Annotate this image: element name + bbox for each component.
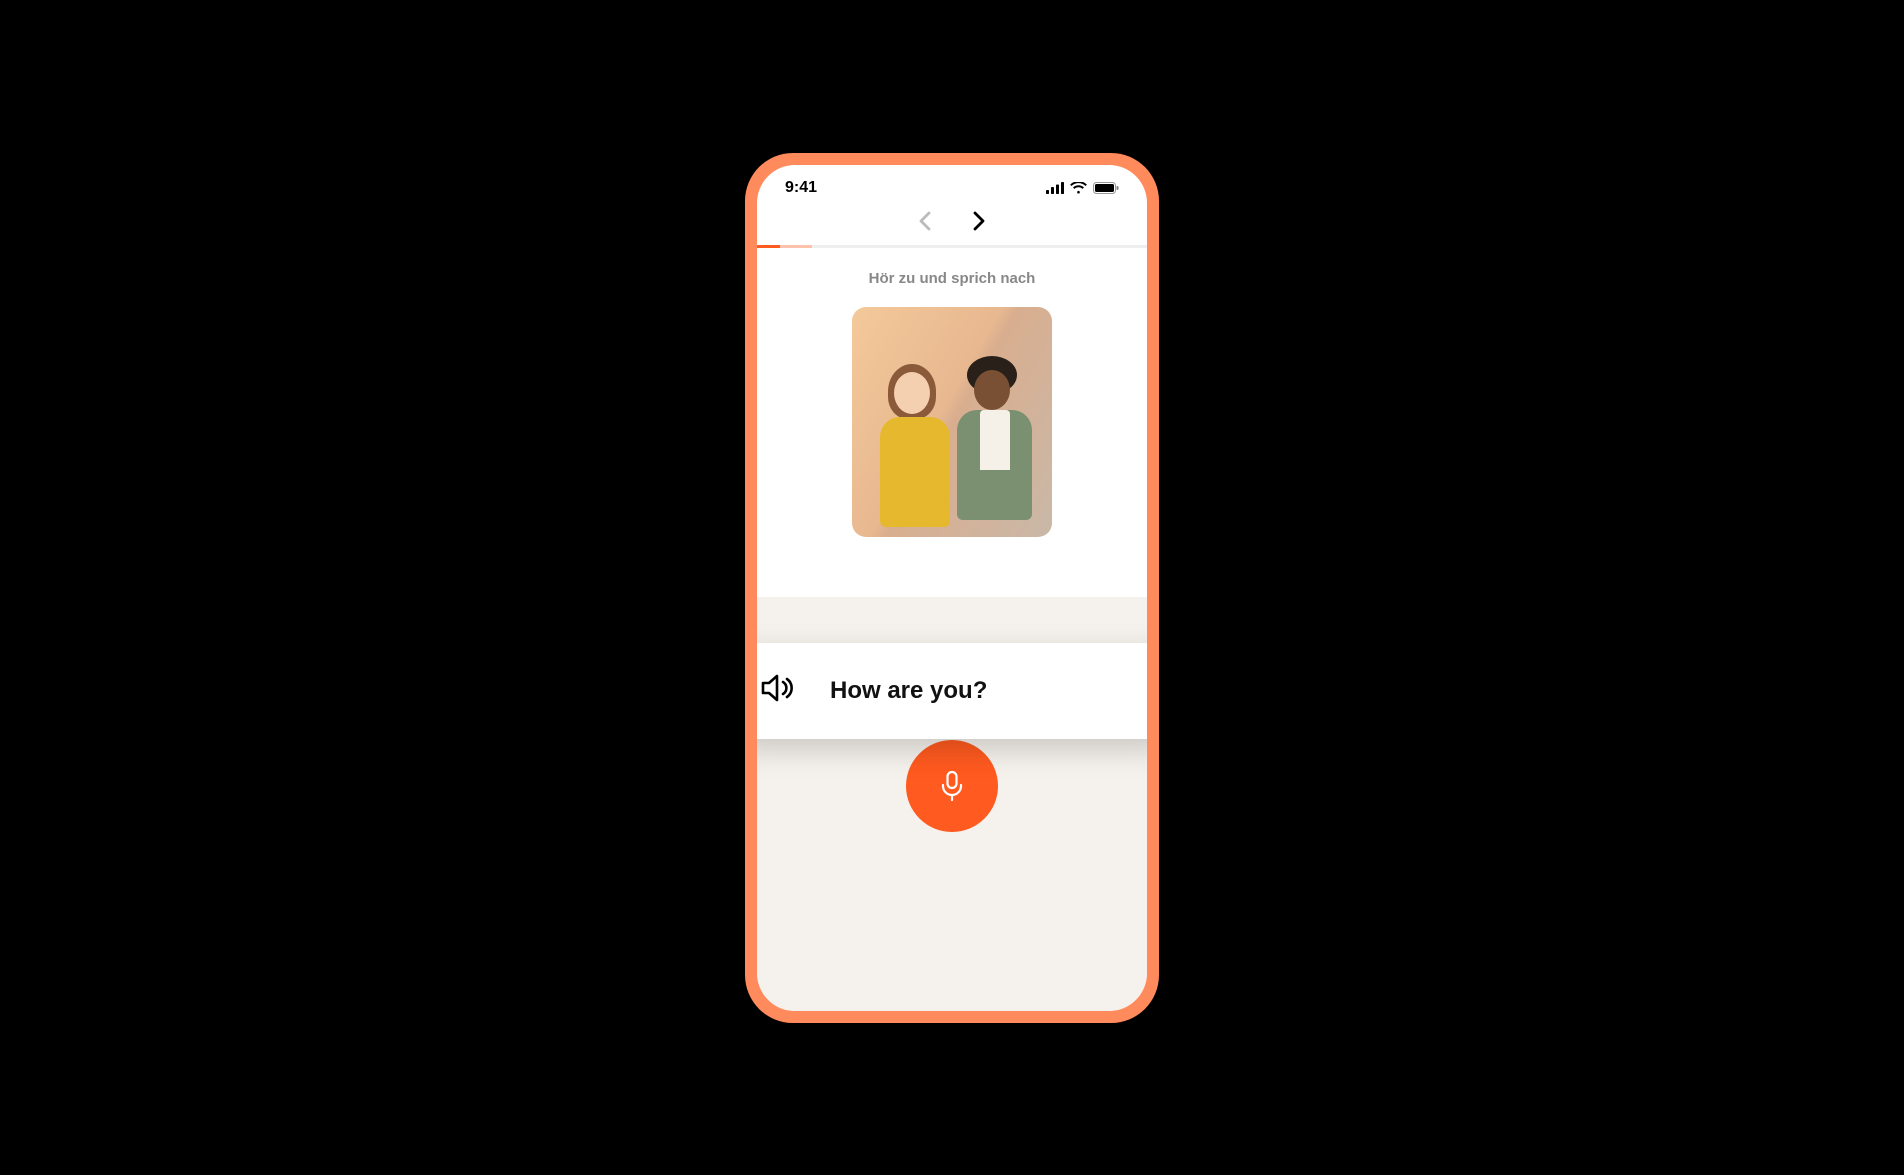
progress-bar: [757, 245, 1147, 248]
status-time: 9:41: [785, 179, 817, 197]
nav-forward-button[interactable]: [972, 211, 986, 231]
illustration-person-left: [872, 362, 957, 537]
status-icons: [1046, 182, 1119, 194]
microphone-icon: [938, 770, 966, 802]
microphone-button[interactable]: [906, 740, 998, 832]
instruction-text: Hör zu und sprich nach: [869, 270, 1036, 287]
phone-screen: 9:41 Hör zu und sprich nach: [757, 165, 1147, 1011]
nav-back-button[interactable]: [918, 211, 932, 231]
progress-fill: [757, 245, 780, 248]
nav-bar: [757, 203, 1147, 245]
battery-icon: [1093, 182, 1119, 194]
phone-frame: 9:41 Hör zu und sprich nach: [745, 153, 1159, 1023]
cellular-icon: [1046, 182, 1064, 194]
chevron-right-icon: [972, 211, 986, 231]
status-bar: 9:41: [757, 165, 1147, 203]
speaker-icon: [761, 673, 795, 708]
lesson-image: [852, 307, 1052, 537]
phrase-text: How are you?: [830, 677, 987, 705]
illustration-person-right: [952, 352, 1037, 537]
content-area: Hör zu und sprich nach Wie geht es dir?: [757, 248, 1147, 1011]
audio-card[interactable]: How are you?: [757, 643, 1147, 739]
chevron-left-icon: [918, 211, 932, 231]
wifi-icon: [1070, 182, 1087, 194]
